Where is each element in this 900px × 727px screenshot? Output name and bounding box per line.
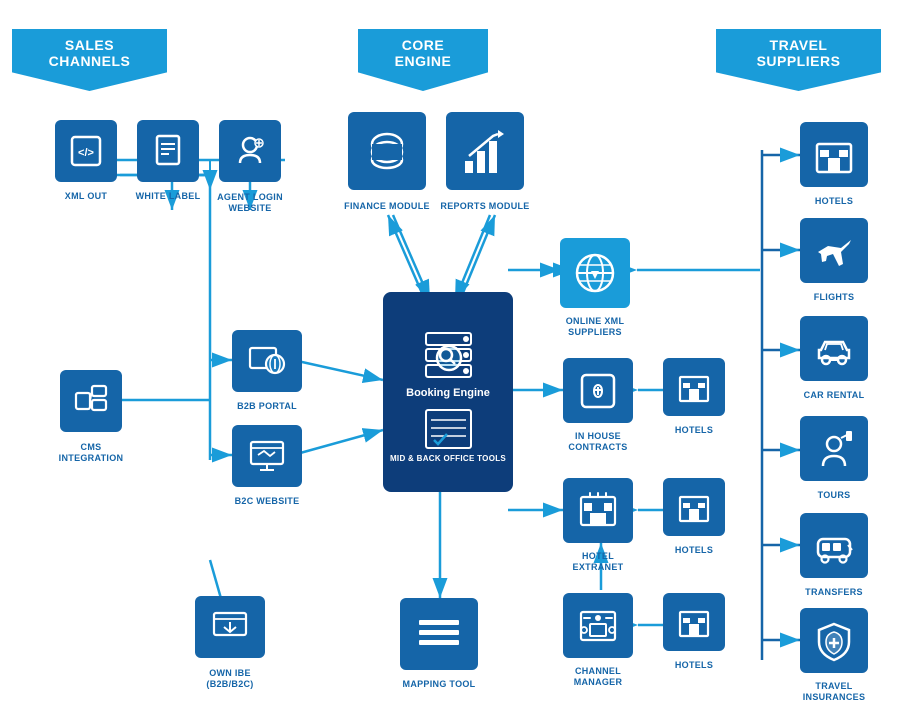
travel-insurances-supplier-box: TRAVELINSURANCES [800,608,868,673]
transfers-supplier-box: TRANSFERS [800,513,868,578]
travel-insurances-label: TRAVELINSURANCES [789,681,879,703]
reports-label: REPORTS MODULE [433,201,538,212]
b2b-portal-label: B2B PORTAL [227,401,307,412]
b2c-website-box: B2C WEBSITE [232,425,302,487]
flights-supplier-label: FLIGHTS [794,292,874,303]
hotels-mid1-label: HOTELS [659,425,729,436]
online-xml-box: ONLINE XMLSUPPLIERS [560,238,630,308]
finance-module-box: FINANCE MODULE [348,112,426,190]
in-house-label: IN HOUSECONTRACTS [556,431,641,453]
white-label-box: WHITE LABEL [137,120,199,182]
hotel-extranet-label: HOTELEXTRANET [553,551,643,573]
hotels-mid2-label: HOTELS [659,545,729,556]
tours-supplier-label: TOURS [794,490,874,501]
xml-out-label: XML OUT [51,191,121,202]
transfers-supplier-label: TRANSFERS [794,587,874,598]
agent-login-label: AGENT LOGINWEBSITE [208,192,293,214]
online-xml-label: ONLINE XMLSUPPLIERS [550,316,640,338]
mid-back-label: MID & BACK OFFICE TOOLS [384,452,512,465]
mapping-tool-label: MAPPING TOOL [392,679,487,690]
booking-engine-label: Booking Engine [400,383,496,403]
tours-supplier-box: TOURS [800,416,868,481]
car-rental-supplier-box: CAR RENTAL [800,316,868,381]
finance-label: FINANCE MODULE [337,201,437,212]
svg-text:</>: </> [78,147,94,159]
channel-manager-box: CHANNELMANAGER [563,593,633,658]
agent-login-box: AGENT LOGINWEBSITE [219,120,281,182]
hotels-supplier-box: HOTELS [800,122,868,187]
car-rental-supplier-label: CAR RENTAL [792,390,877,401]
hotels-mid2-box: HOTELS [663,478,725,536]
white-label-label: WHITE LABEL [131,191,206,202]
own-ibe-label: OWN IBE(B2B/B2C) [185,668,275,690]
flights-supplier-box: FLIGHTS [800,218,868,283]
diagram: SALES CHANNELS CORE ENGINE TRAVEL SUPPLI… [0,0,900,727]
hotels-supplier-label: HOTELS [794,196,874,207]
in-house-contracts-box: IN HOUSECONTRACTS [563,358,633,423]
reports-module-box: REPORTS MODULE [446,112,524,190]
b2b-portal-box: B2B PORTAL [232,330,302,392]
hotel-extranet-box: HOTELEXTRANET [563,478,633,543]
sales-channels-banner: SALES CHANNELS [12,29,167,91]
hotels-mid3-box: HOTELS [663,593,725,651]
mapping-tool-box: MAPPING TOOL [400,598,478,670]
xml-out-box: </> XML OUT [55,120,117,182]
hotels-mid1-box: HOTELS [663,358,725,416]
cms-label: CMSINTEGRATION [51,442,131,464]
core-engine-banner: CORE ENGINE [358,29,488,91]
cms-integration-box: CMSINTEGRATION [60,370,122,432]
hotels-mid3-label: HOTELS [659,660,729,671]
booking-engine-box: Booking Engine MID & BACK OFFICE TOOLS [383,292,513,492]
own-ibe-box: OWN IBE(B2B/B2C) [195,596,265,658]
travel-suppliers-banner: TRAVEL SUPPLIERS [716,29,881,91]
b2c-website-label: B2C WEBSITE [227,496,307,507]
channel-manager-label: CHANNELMANAGER [553,666,643,688]
